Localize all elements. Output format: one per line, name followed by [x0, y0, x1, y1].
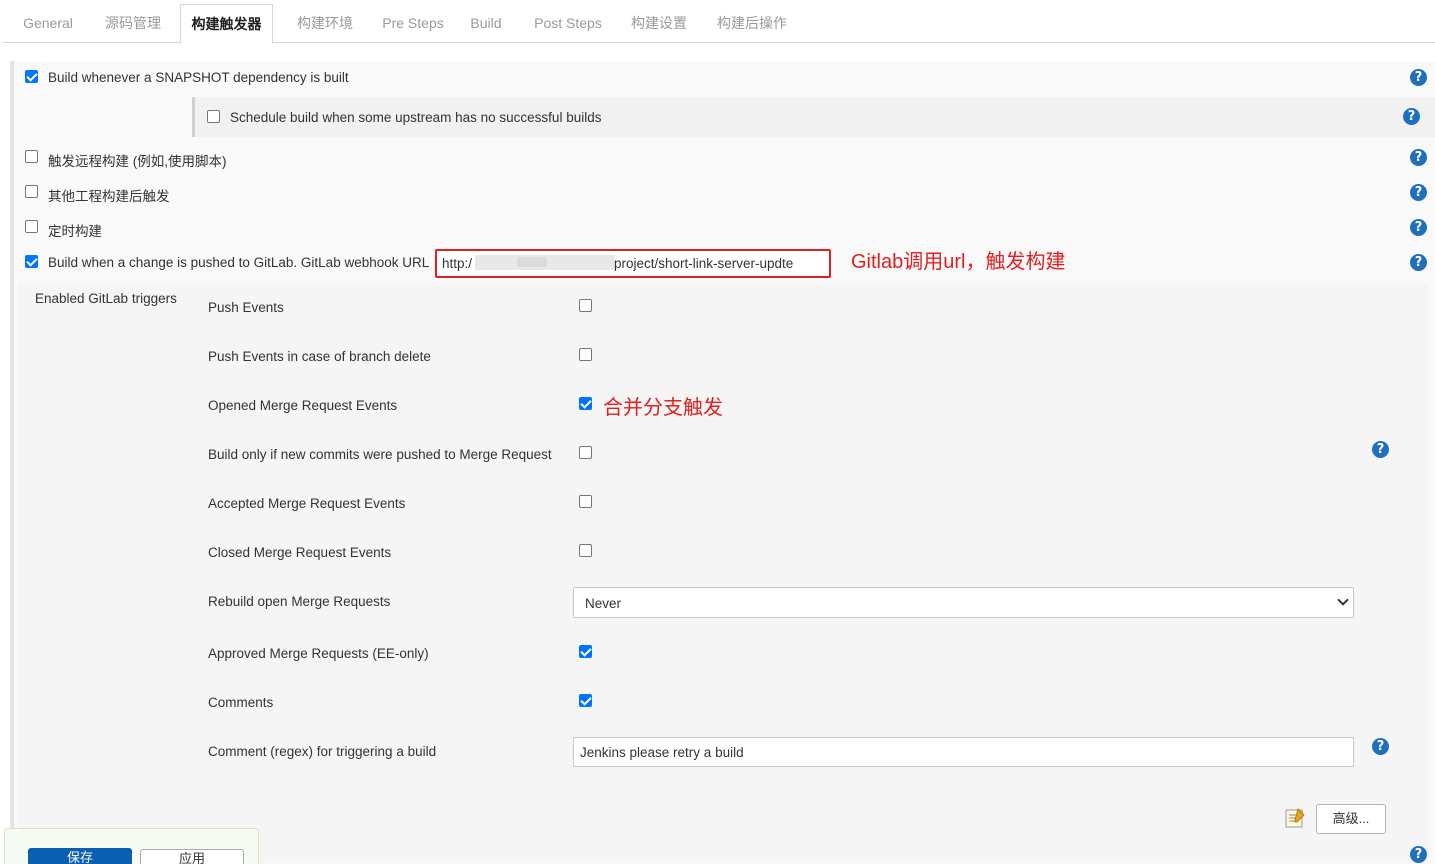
comment-regex-value: Jenkins please retry a build — [580, 745, 744, 760]
new-commits-mr-label: Build only if new commits were pushed to… — [208, 447, 552, 462]
tab-source-management[interactable]: 源码管理 — [93, 4, 173, 43]
other-project-checkbox[interactable] — [25, 185, 38, 198]
comments-checkbox[interactable] — [579, 694, 592, 707]
comment-regex-input[interactable]: Jenkins please retry a build — [573, 737, 1354, 767]
gitlab-triggers-section-label: Enabled GitLab triggers — [35, 291, 177, 306]
help-icon[interactable]: ? — [1410, 846, 1427, 863]
rebuild-open-mr-select[interactable]: Never — [573, 587, 1354, 618]
webhook-url-suffix: project/short-link-server-updte — [614, 256, 794, 271]
gitlab-webhook-url-field[interactable]: http:/ project/short-link-server-updte — [435, 249, 831, 278]
accepted-mr-checkbox[interactable] — [579, 495, 592, 508]
opened-mr-checkbox[interactable] — [579, 397, 592, 410]
help-icon[interactable]: ? — [1372, 441, 1389, 458]
push-branch-delete-label: Push Events in case of branch delete — [208, 349, 431, 364]
accepted-mr-label: Accepted Merge Request Events — [208, 496, 406, 511]
apply-button[interactable]: 应用 — [140, 849, 244, 864]
push-events-label: Push Events — [208, 300, 284, 315]
redacted-url-part — [517, 257, 547, 267]
approved-mr-label: Approved Merge Requests (EE-only) — [208, 646, 429, 661]
tab-pre-steps[interactable]: Pre Steps — [373, 4, 453, 43]
upstream-checkbox[interactable] — [207, 110, 220, 123]
tab-build[interactable]: Build — [461, 4, 511, 43]
chevron-down-icon — [1337, 594, 1349, 606]
periodic-build-checkbox[interactable] — [25, 220, 38, 233]
help-icon[interactable]: ? — [1410, 219, 1427, 236]
push-branch-delete-checkbox[interactable] — [579, 348, 592, 361]
snapshot-label: Build whenever a SNAPSHOT dependency is … — [48, 70, 349, 85]
upstream-label: Schedule build when some upstream has no… — [230, 110, 602, 125]
save-button[interactable]: 保存 — [28, 848, 132, 864]
help-icon[interactable]: ? — [1410, 254, 1427, 271]
gitlab-triggers-section: Enabled GitLab triggers Push Events Push… — [18, 283, 1428, 863]
snapshot-checkbox[interactable] — [25, 70, 38, 83]
help-icon[interactable]: ? — [1410, 184, 1427, 201]
tab-post-build-actions[interactable]: 构建后操作 — [706, 4, 798, 43]
opened-mr-label: Opened Merge Request Events — [208, 398, 398, 413]
approved-mr-checkbox[interactable] — [579, 645, 592, 658]
remote-trigger-label: 触发远程构建 (例如,使用脚本) — [48, 154, 227, 169]
help-icon[interactable]: ? — [1403, 108, 1420, 125]
help-icon[interactable]: ? — [1372, 738, 1389, 755]
tab-general[interactable]: General — [11, 4, 85, 43]
gitlab-push-label: Build when a change is pushed to GitLab.… — [48, 255, 430, 270]
remote-trigger-checkbox[interactable] — [25, 150, 38, 163]
upstream-nested-block: Schedule build when some upstream has no… — [192, 97, 1435, 137]
new-commits-mr-checkbox[interactable] — [579, 446, 592, 459]
rebuild-open-mr-value: Never — [585, 596, 622, 611]
tab-build-environment[interactable]: 构建环境 — [283, 4, 367, 43]
advanced-button[interactable]: 高级... — [1316, 804, 1386, 834]
notepad-icon[interactable] — [1284, 807, 1306, 829]
other-project-label: 其他工程构建后触发 — [48, 189, 170, 204]
webhook-url-prefix: http:/ — [442, 256, 473, 271]
closed-mr-label: Closed Merge Request Events — [208, 545, 392, 560]
push-events-checkbox[interactable] — [579, 299, 592, 312]
url-annotation: Gitlab调用url，触发构建 — [851, 251, 1066, 273]
merge-annotation: 合并分支触发 — [603, 397, 723, 419]
tab-bar: General 源码管理 构建触发器 构建环境 Pre Steps Build … — [3, 4, 1435, 44]
tab-post-steps[interactable]: Post Steps — [523, 4, 613, 43]
tab-build-settings[interactable]: 构建设置 — [617, 4, 701, 43]
gitlab-push-checkbox[interactable] — [25, 255, 38, 268]
help-icon[interactable]: ? — [1410, 69, 1427, 86]
comment-regex-label: Comment (regex) for triggering a build — [208, 744, 437, 759]
periodic-build-label: 定时构建 — [48, 224, 102, 239]
tab-build-triggers[interactable]: 构建触发器 — [180, 4, 273, 44]
comments-label: Comments — [208, 695, 274, 710]
help-icon[interactable]: ? — [1410, 149, 1427, 166]
closed-mr-checkbox[interactable] — [579, 544, 592, 557]
rebuild-open-mr-label: Rebuild open Merge Requests — [208, 594, 391, 609]
